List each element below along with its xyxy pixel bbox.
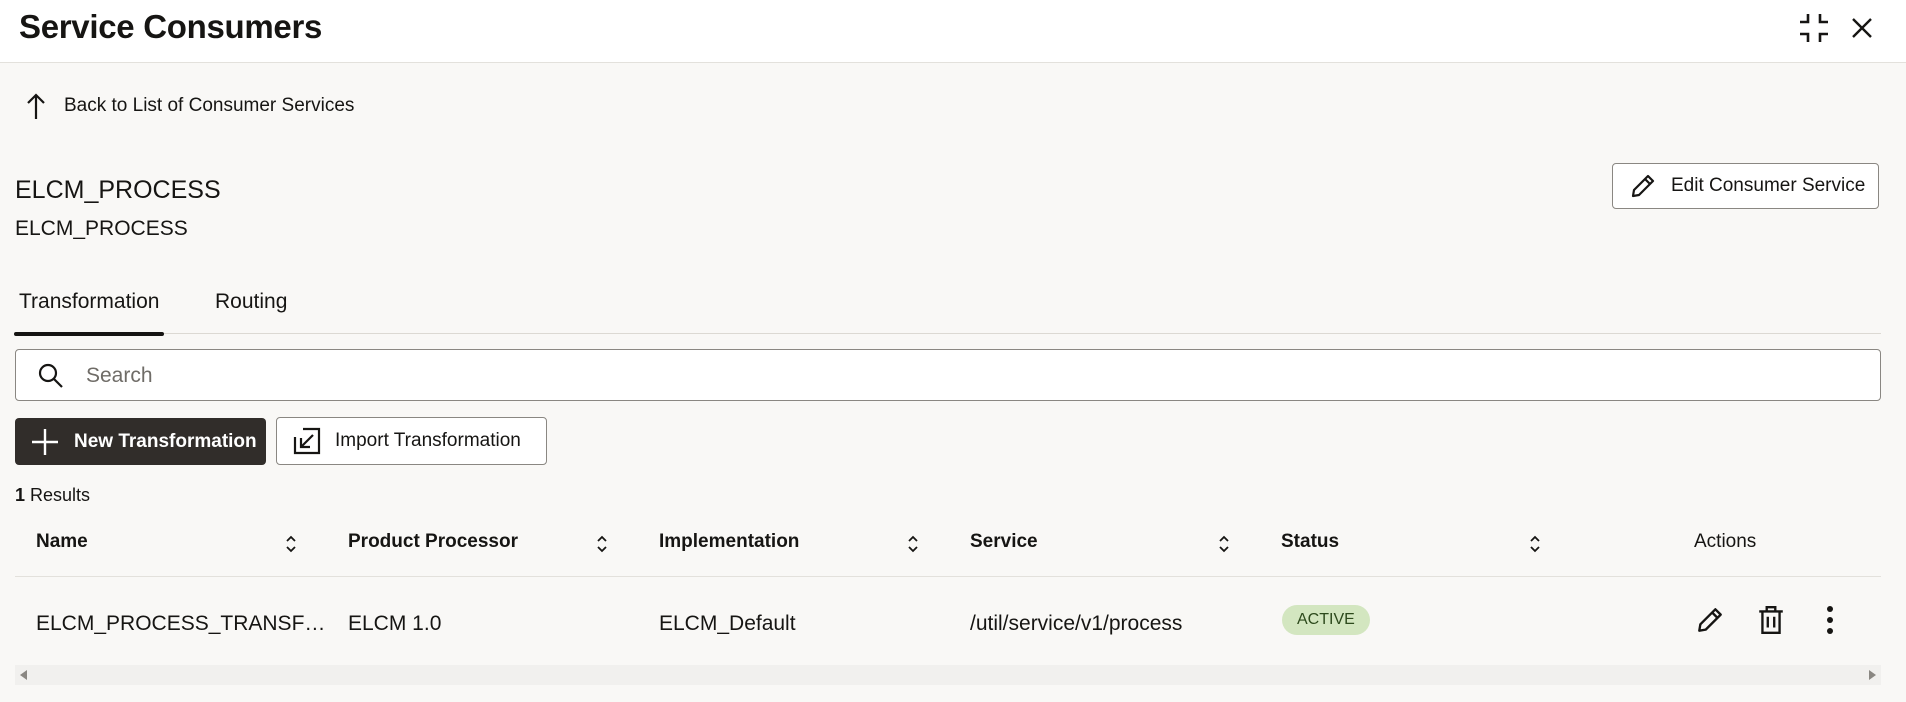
edit-consumer-service-button[interactable]: Edit Consumer Service	[1612, 163, 1879, 209]
scroll-right-icon[interactable]	[1869, 670, 1876, 680]
import-icon	[293, 427, 321, 455]
page-title: Service Consumers	[19, 8, 323, 45]
sort-icon[interactable]	[595, 534, 609, 554]
close-icon	[1852, 18, 1872, 38]
new-transformation-button[interactable]: New Transformation	[15, 418, 266, 465]
search-input[interactable]	[84, 360, 1848, 392]
search-box	[15, 349, 1881, 401]
pencil-icon	[1631, 174, 1655, 198]
sort-icon[interactable]	[1217, 534, 1231, 554]
column-header-status[interactable]: Status	[1281, 531, 1339, 553]
horizontal-scrollbar[interactable]	[15, 665, 1881, 685]
sort-icon[interactable]	[284, 534, 298, 554]
import-transformation-label: Import Transformation	[335, 430, 521, 451]
table-header: Name Product Processor Implementation Se…	[15, 522, 1881, 577]
collapse-icon	[1800, 14, 1828, 42]
column-header-actions: Actions	[1694, 531, 1757, 552]
back-to-list-link[interactable]: Back to List of Consumer Services	[26, 92, 354, 120]
status-badge: ACTIVE	[1282, 605, 1370, 635]
column-header-name[interactable]: Name	[36, 531, 88, 553]
dialog-header: Service Consumers	[0, 0, 1906, 63]
column-header-service[interactable]: Service	[970, 531, 1038, 553]
more-actions-button[interactable]	[1810, 600, 1850, 640]
consumer-service-description: ELCM_PROCESS	[15, 217, 188, 240]
plus-icon	[32, 428, 58, 455]
sort-icon[interactable]	[906, 534, 920, 554]
close-button[interactable]	[1840, 6, 1884, 50]
collapse-button[interactable]	[1792, 6, 1836, 50]
tab-transformation[interactable]: Transformation	[13, 290, 165, 336]
tab-routing[interactable]: Routing	[215, 290, 287, 314]
delete-row-button[interactable]	[1751, 600, 1791, 640]
scrollbar-thumb[interactable]	[37, 669, 1859, 681]
cell-service: /util/service/v1/process	[970, 612, 1183, 635]
sort-icon[interactable]	[1528, 534, 1542, 554]
column-header-implementation[interactable]: Implementation	[659, 531, 799, 553]
cell-name[interactable]: ELCM_PROCESS_TRANSF…	[36, 612, 325, 636]
edit-consumer-service-label: Edit Consumer Service	[1671, 175, 1866, 196]
results-number: 1	[15, 485, 26, 505]
consumer-service-name: ELCM_PROCESS	[15, 176, 221, 204]
tab-bar: Transformation Routing	[13, 282, 1881, 336]
import-transformation-button[interactable]: Import Transformation	[276, 417, 547, 465]
cell-product-processor: ELCM 1.0	[348, 612, 442, 635]
back-link-label: Back to List of Consumer Services	[64, 95, 355, 116]
delete-icon	[1759, 605, 1783, 635]
more-vertical-icon	[1827, 606, 1833, 634]
arrow-up-icon	[27, 93, 45, 119]
scroll-left-icon[interactable]	[20, 670, 27, 680]
table-row[interactable]: ELCM_PROCESS_TRANSF… ELCM 1.0 ELCM_Defau…	[15, 577, 1881, 665]
new-transformation-label: New Transformation	[74, 430, 257, 452]
search-icon	[38, 363, 63, 388]
cell-implementation: ELCM_Default	[659, 612, 796, 635]
results-count: 1 Results	[15, 485, 90, 506]
column-header-product-processor[interactable]: Product Processor	[348, 531, 518, 553]
edit-row-button[interactable]	[1690, 600, 1730, 640]
results-label: Results	[30, 485, 91, 505]
edit-icon	[1698, 608, 1722, 632]
